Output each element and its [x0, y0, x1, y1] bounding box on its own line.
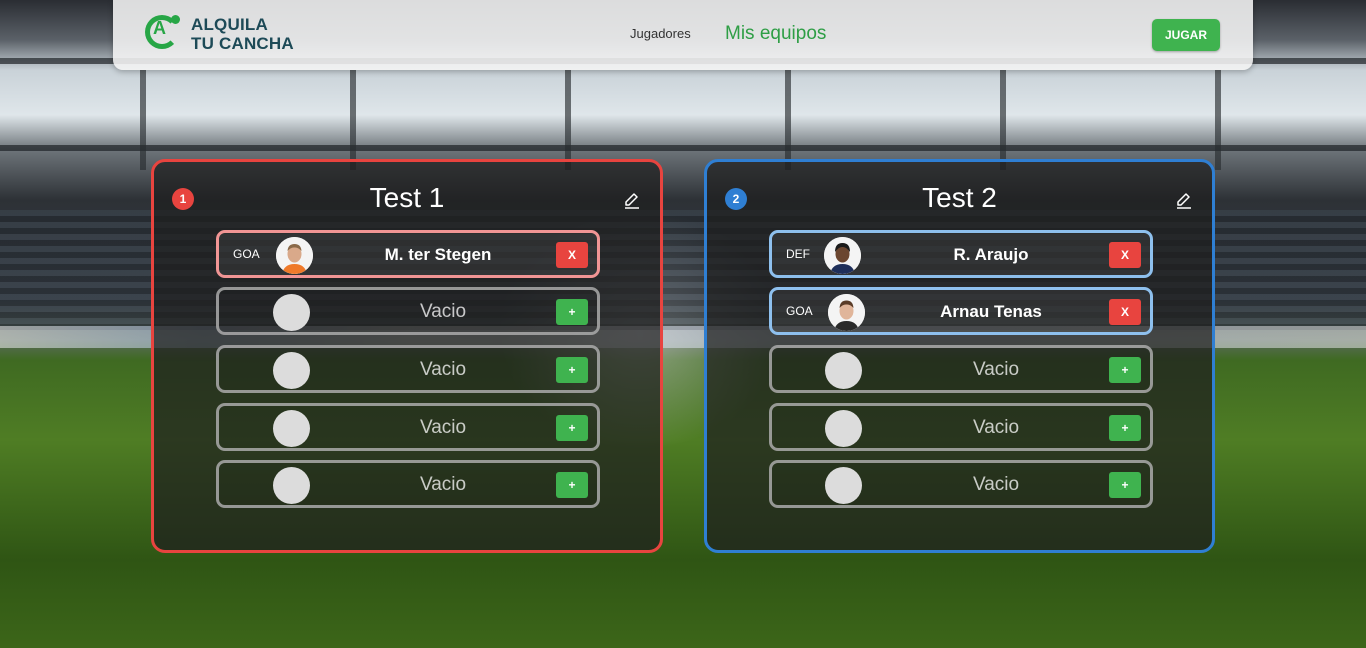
pencil-icon[interactable] — [622, 190, 642, 210]
team-card-1: 1 Test 1 GOA M. ter Stegen X Vacio + Vac… — [151, 159, 663, 553]
empty-slot-label: Vacio — [419, 474, 467, 495]
player-photo-ter-stegen — [276, 237, 313, 274]
nav-link-players[interactable]: Jugadores — [630, 26, 691, 41]
empty-slot: Vacio + — [769, 403, 1153, 451]
add-player-button[interactable]: + — [556, 472, 588, 498]
brand-line-1: ALQUILA — [191, 15, 268, 34]
remove-player-button[interactable]: X — [556, 242, 588, 268]
brand-line-2: TU CANCHA — [191, 34, 294, 53]
empty-avatar — [825, 352, 862, 389]
position-label: DEF — [786, 247, 810, 261]
brand-logo[interactable]: A ALQUILA TU CANCHA — [145, 14, 305, 58]
empty-avatar — [273, 352, 310, 389]
empty-avatar — [825, 467, 862, 504]
player-avatar — [824, 237, 861, 274]
position-label: GOA — [233, 247, 260, 261]
empty-slot-label: Vacio — [972, 359, 1020, 380]
position-label: GOA — [786, 304, 813, 318]
top-navbar: A ALQUILA TU CANCHA Jugadores Mis equipo… — [113, 0, 1253, 70]
brand-name: ALQUILA TU CANCHA — [191, 15, 294, 53]
player-slot: DEF R. Araujo X — [769, 230, 1153, 278]
player-photo-tenas — [828, 294, 865, 331]
player-photo-araujo — [824, 237, 861, 274]
empty-slot: Vacio + — [216, 287, 600, 335]
add-player-button[interactable]: + — [556, 415, 588, 441]
add-player-button[interactable]: + — [1109, 357, 1141, 383]
stadium-pillar — [350, 70, 356, 170]
player-name: M. ter Stegen — [384, 245, 492, 264]
stadium-pillar — [1000, 70, 1006, 170]
pencil-icon[interactable] — [1174, 190, 1194, 210]
team-name: Test 2 — [922, 182, 997, 213]
empty-slot-label: Vacio — [419, 417, 467, 438]
remove-player-button[interactable]: X — [1109, 299, 1141, 325]
empty-avatar — [273, 467, 310, 504]
empty-slot-label: Vacio — [419, 359, 467, 380]
empty-slot: Vacio + — [769, 345, 1153, 393]
empty-slot: Vacio + — [216, 345, 600, 393]
remove-player-button[interactable]: X — [1109, 242, 1141, 268]
empty-slot: Vacio + — [769, 460, 1153, 508]
logo-dot — [171, 15, 180, 24]
nav-link-my-teams[interactable]: Mis equipos — [725, 23, 826, 45]
player-slot: GOA Arnau Tenas X — [769, 287, 1153, 335]
empty-avatar — [825, 410, 862, 447]
empty-slot-label: Vacio — [419, 301, 467, 322]
add-player-button[interactable]: + — [1109, 472, 1141, 498]
empty-slot: Vacio + — [216, 460, 600, 508]
play-button[interactable]: JUGAR — [1152, 19, 1220, 51]
stadium-pillar — [140, 70, 146, 170]
stadium-pillar — [1215, 70, 1221, 170]
stadium-pillar — [785, 70, 791, 170]
player-avatar — [276, 237, 313, 274]
empty-slot: Vacio + — [216, 403, 600, 451]
player-avatar — [828, 294, 865, 331]
add-player-button[interactable]: + — [1109, 415, 1141, 441]
add-player-button[interactable]: + — [556, 299, 588, 325]
empty-slot-label: Vacio — [972, 417, 1020, 438]
player-slot: GOA M. ter Stegen X — [216, 230, 600, 278]
empty-avatar — [273, 294, 310, 331]
stadium-pillar — [565, 70, 571, 170]
player-name: R. Araujo — [953, 245, 1029, 264]
logo-letter: A — [153, 18, 166, 38]
empty-slot-label: Vacio — [972, 474, 1020, 495]
player-name: Arnau Tenas — [940, 302, 1042, 321]
add-player-button[interactable]: + — [556, 357, 588, 383]
team-name: Test 1 — [369, 182, 445, 213]
team-card-2: 2 Test 2 DEF R. Araujo X GOA Arnau Tenas… — [704, 159, 1215, 553]
roof-beam — [0, 145, 1366, 151]
empty-avatar — [273, 410, 310, 447]
